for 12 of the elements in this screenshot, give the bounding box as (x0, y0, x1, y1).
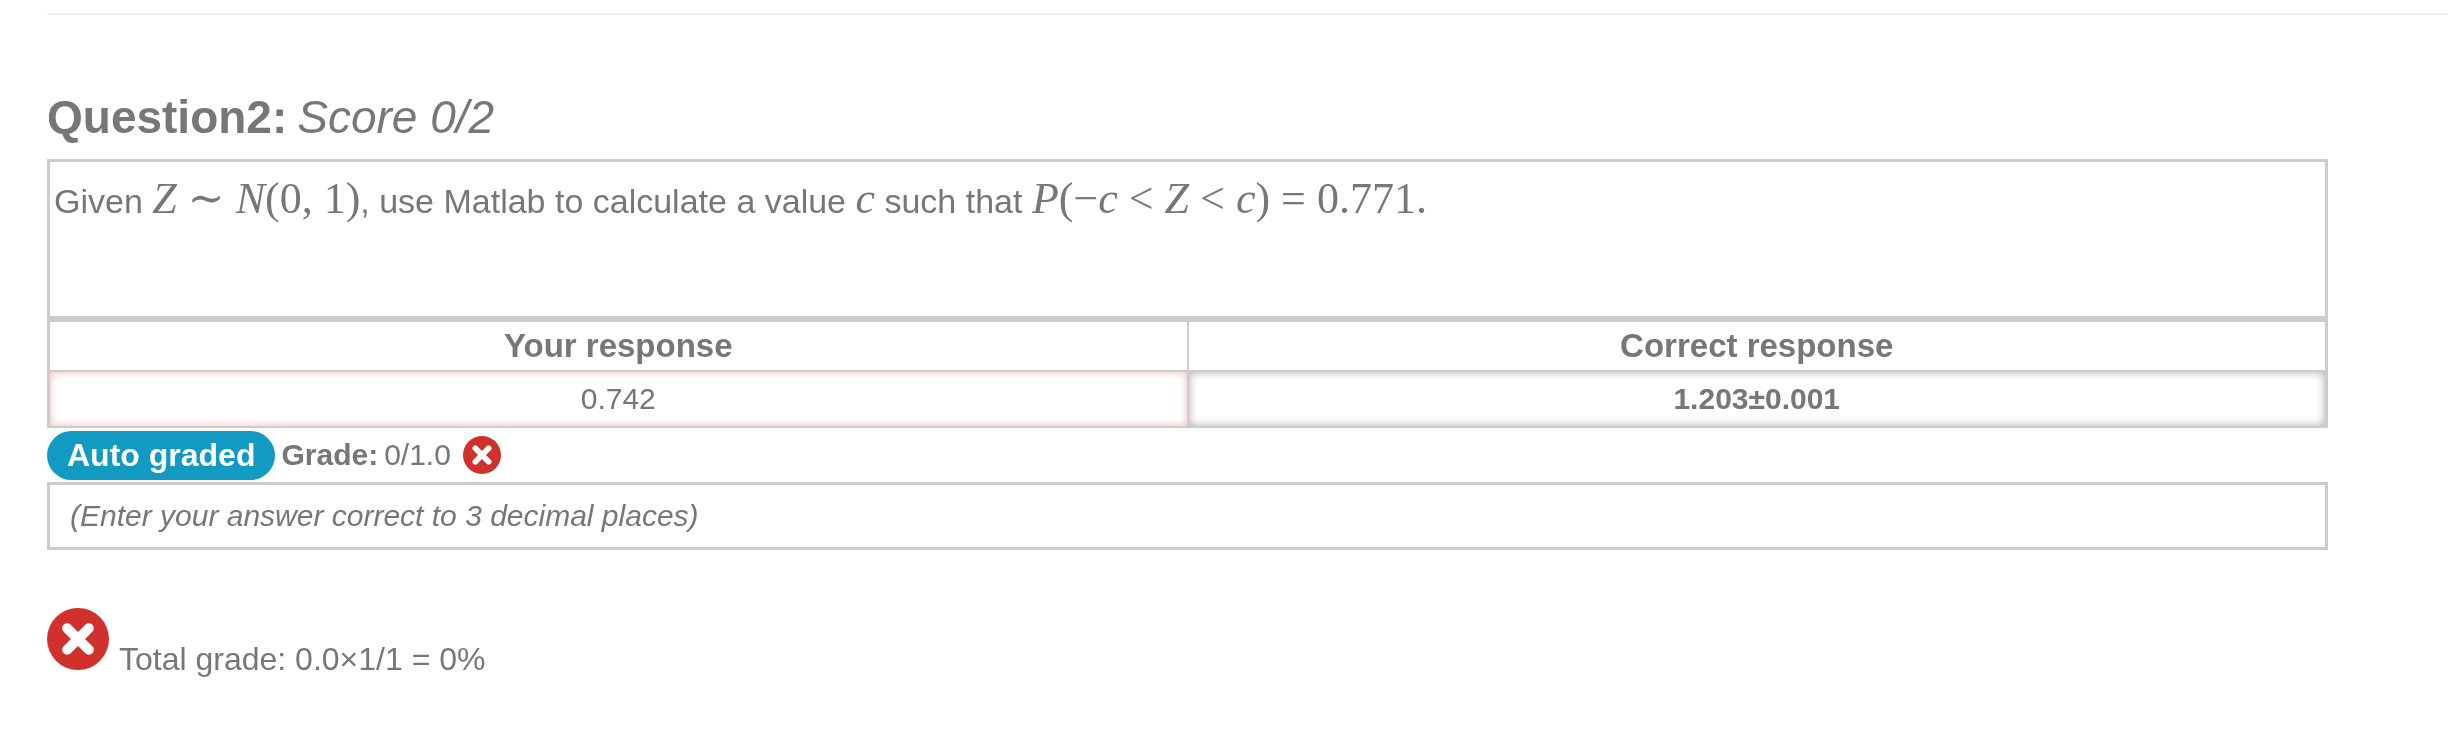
column-header: Correct response (1186, 322, 2325, 372)
column-header: Your response (50, 322, 1187, 372)
question-text: Given Z ∼ N(0, 1), use Matlab to calculate a value c such that P(−c < Z < c) = 0.771. (54, 174, 1428, 225)
hint-text: (Enter your answer correct to 3 decimal places) (70, 499, 699, 533)
total-grade: Total grade: 0.0×1/1 = 0% (119, 641, 486, 678)
auto-graded-badge: Auto graded (47, 430, 276, 480)
correct-response-cell: 1.203±0.001 (1186, 372, 2325, 428)
grade-value: 0/1.0 (384, 438, 451, 472)
question-title: Question2: (47, 90, 288, 145)
question-score: Score 0/2 (297, 90, 495, 145)
student-response-cell: 0.742 (50, 372, 1187, 428)
grade-label: Grade: (281, 438, 379, 472)
